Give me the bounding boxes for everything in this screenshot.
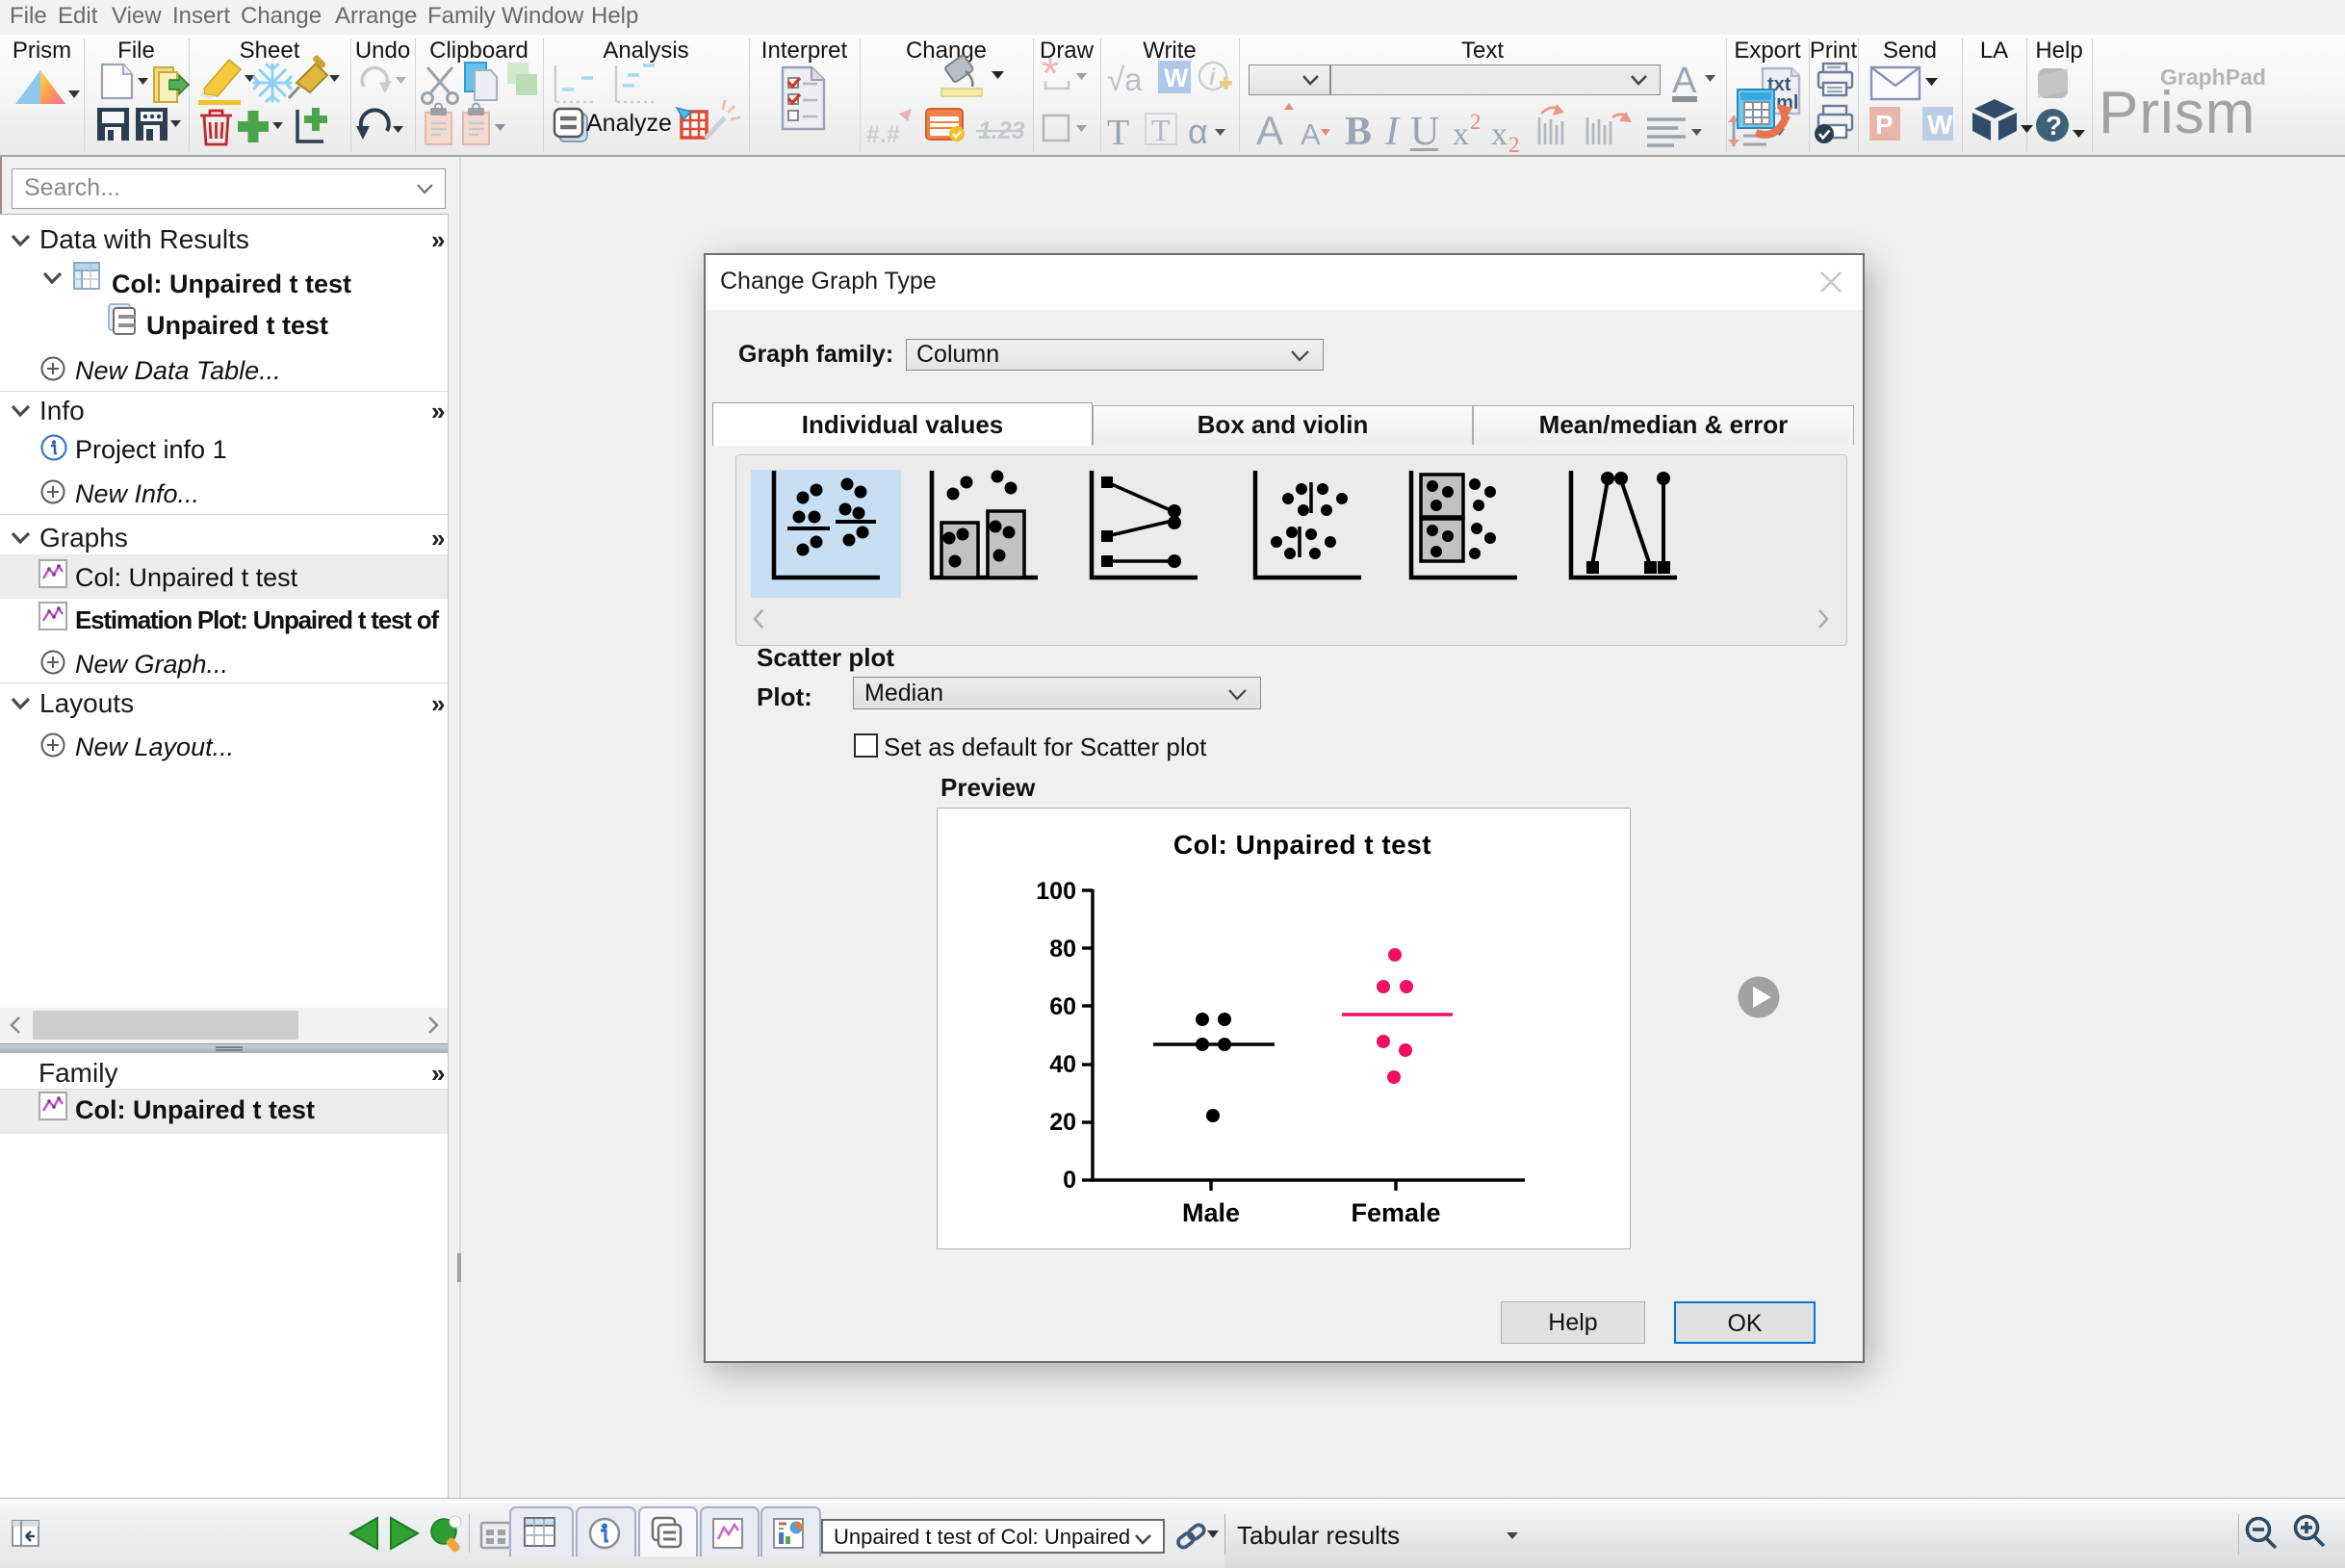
svg-text:i: i — [1209, 64, 1217, 90]
svg-text:2: 2 — [1470, 110, 1482, 134]
svg-text:x: x — [1453, 116, 1469, 152]
svg-text:I: I — [1384, 110, 1401, 154]
svg-text:√a: √a — [1107, 62, 1143, 97]
svg-text:20: 20 — [1049, 1109, 1076, 1136]
svg-text:α: α — [1188, 112, 1208, 151]
svg-text:U: U — [1410, 110, 1439, 154]
svg-text:2: 2 — [1508, 133, 1520, 157]
svg-text:T: T — [1151, 113, 1171, 147]
svg-text:80: 80 — [1049, 936, 1076, 963]
svg-text:A: A — [1256, 108, 1283, 153]
svg-text:100: 100 — [1036, 878, 1076, 905]
svg-text:Male: Male — [1182, 1198, 1240, 1227]
svg-text:40: 40 — [1049, 1051, 1076, 1078]
svg-text:60: 60 — [1049, 993, 1076, 1020]
svg-text:#.#: #.# — [866, 121, 900, 148]
svg-text:0: 0 — [1063, 1167, 1076, 1194]
svg-text:Analyze: Analyze — [586, 110, 672, 137]
svg-text:W: W — [1927, 110, 1953, 140]
svg-text:?: ? — [2046, 111, 2062, 141]
svg-text:B: B — [1345, 110, 1372, 154]
svg-text:x: x — [1491, 116, 1508, 152]
svg-text:Prism: Prism — [2099, 80, 2255, 146]
svg-text:Col: Unpaired t test: Col: Unpaired t test — [1173, 830, 1431, 860]
svg-text:A: A — [1301, 117, 1321, 151]
svg-text:P: P — [1875, 110, 1894, 140]
svg-text:Female: Female — [1351, 1198, 1440, 1227]
svg-text:*: * — [1042, 48, 1059, 98]
svg-text:W: W — [1164, 64, 1189, 92]
svg-text:T: T — [1107, 113, 1129, 153]
